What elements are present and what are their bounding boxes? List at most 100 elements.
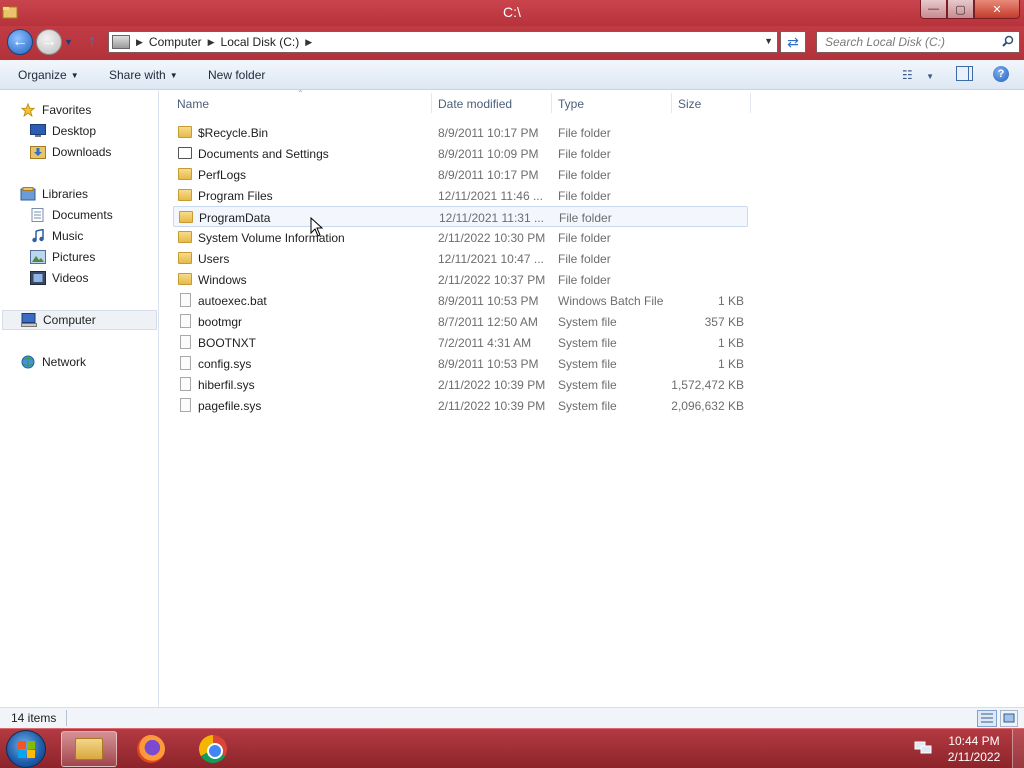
chevron-right-icon[interactable]: ▶ bbox=[208, 37, 215, 48]
search-input[interactable] bbox=[817, 32, 997, 52]
star-icon bbox=[20, 103, 36, 117]
breadcrumb-local-disk[interactable]: Local Disk (C:) bbox=[221, 35, 300, 49]
file-row[interactable]: $Recycle.Bin 8/9/2011 10:17 PM File fold… bbox=[173, 122, 748, 143]
file-name: config.sys bbox=[198, 357, 252, 371]
maximize-button[interactable]: ▢ bbox=[947, 0, 974, 19]
nav-item-videos[interactable]: Videos bbox=[30, 268, 88, 288]
file-row[interactable]: bootmgr 8/7/2011 12:50 AM System file 35… bbox=[173, 311, 748, 332]
file-type: System file bbox=[558, 336, 617, 350]
nav-libraries[interactable]: Libraries bbox=[20, 184, 88, 204]
column-separator[interactable] bbox=[431, 93, 432, 113]
nav-item-music[interactable]: Music bbox=[30, 226, 83, 246]
file-name: autoexec.bat bbox=[198, 294, 267, 308]
documents-icon bbox=[31, 208, 44, 222]
chevron-down-icon[interactable]: ▼ bbox=[764, 36, 773, 46]
refresh-icon: ⇄ bbox=[787, 33, 799, 50]
nav-network[interactable]: Network bbox=[20, 352, 86, 372]
mouse-cursor-icon bbox=[310, 217, 324, 237]
column-separator[interactable] bbox=[551, 93, 552, 113]
up-folder-button[interactable]: ↑ bbox=[88, 33, 96, 51]
nav-item-downloads[interactable]: Downloads bbox=[30, 142, 111, 162]
file-row[interactable]: hiberfil.sys 2/11/2022 10:39 PM System f… bbox=[173, 374, 748, 395]
caret-down-icon: ▼ bbox=[70, 71, 79, 81]
recent-pages-dropdown[interactable]: ▼ bbox=[64, 37, 73, 47]
file-row[interactable]: BOOTNXT 7/2/2011 4:31 AM System file 1 K… bbox=[173, 332, 748, 353]
file-date: 8/9/2011 10:17 PM bbox=[438, 126, 539, 140]
file-row[interactable]: Users 12/11/2021 10:47 ... File folder bbox=[173, 248, 748, 269]
column-separator[interactable] bbox=[671, 93, 672, 113]
downloads-folder-icon bbox=[30, 146, 46, 159]
search-icon[interactable] bbox=[1002, 35, 1014, 47]
column-separator[interactable] bbox=[750, 93, 751, 113]
file-type: File folder bbox=[558, 231, 611, 245]
taskbar-firefox[interactable] bbox=[123, 731, 179, 767]
details-view-toggle[interactable] bbox=[977, 710, 997, 727]
file-date: 2/11/2022 10:30 PM bbox=[438, 231, 546, 245]
system-clock[interactable]: 10:44 PM 2/11/2022 bbox=[944, 733, 1004, 765]
taskbar-windows-explorer[interactable] bbox=[61, 731, 117, 767]
sort-ascending-icon: ⌃ bbox=[297, 89, 304, 98]
file-name: bootmgr bbox=[198, 315, 243, 329]
breadcrumb-computer[interactable]: Computer bbox=[149, 35, 202, 49]
firefox-icon bbox=[137, 735, 165, 763]
file-size: 357 KB bbox=[704, 315, 744, 329]
title-bar: C:\ — ▢ ✕ bbox=[0, 0, 1024, 26]
batch-file-icon bbox=[180, 293, 191, 307]
column-header-name[interactable]: Name bbox=[177, 97, 209, 111]
minimize-button[interactable]: — bbox=[920, 0, 947, 19]
file-row[interactable]: Windows 2/11/2022 10:37 PM File folder bbox=[173, 269, 748, 290]
nav-favorites[interactable]: Favorites bbox=[20, 100, 91, 120]
address-bar[interactable]: ▶ Computer ▶ Local Disk (C:) ▶ ▼ bbox=[108, 31, 778, 53]
column-header-date-modified[interactable]: Date modified bbox=[438, 97, 512, 111]
file-type: File folder bbox=[558, 147, 611, 161]
nav-item-label: Downloads bbox=[52, 145, 112, 159]
file-type: File folder bbox=[558, 252, 611, 266]
file-row[interactable]: pagefile.sys 2/11/2022 10:39 PM System f… bbox=[173, 395, 748, 416]
nav-computer[interactable]: Computer bbox=[2, 310, 157, 330]
nav-item-label: Videos bbox=[52, 271, 89, 285]
file-type: File folder bbox=[559, 211, 612, 225]
nav-item-pictures[interactable]: Pictures bbox=[30, 247, 95, 267]
refresh-button[interactable]: ⇄ bbox=[780, 31, 806, 53]
column-header-type[interactable]: Type bbox=[558, 97, 584, 111]
file-name: Program Files bbox=[198, 189, 273, 203]
file-name: pagefile.sys bbox=[198, 399, 262, 413]
file-row[interactable]: autoexec.bat 8/9/2011 10:53 PM Windows B… bbox=[173, 290, 748, 311]
file-row[interactable]: Program Files 12/11/2021 11:46 ... File … bbox=[173, 185, 748, 206]
file-date: 8/9/2011 10:53 PM bbox=[438, 357, 539, 371]
file-row[interactable]: System Volume Information 2/11/2022 10:3… bbox=[173, 227, 748, 248]
file-row-hovered[interactable]: ProgramData 12/11/2021 11:31 ... File fo… bbox=[173, 206, 748, 227]
file-size: 1,572,472 KB bbox=[671, 378, 744, 392]
file-row[interactable]: config.sys 8/9/2011 10:53 PM System file… bbox=[173, 353, 748, 374]
nav-item-desktop[interactable]: Desktop bbox=[30, 121, 96, 141]
chevron-right-icon[interactable]: ▶ bbox=[305, 37, 312, 48]
chevron-right-icon[interactable]: ▶ bbox=[136, 37, 143, 48]
nav-item-label: Documents bbox=[52, 208, 113, 222]
file-row[interactable]: Documents and Settings 8/9/2011 10:09 PM… bbox=[173, 143, 748, 164]
share-with-button[interactable]: Share with ▼ bbox=[109, 68, 178, 82]
preview-pane-icon[interactable] bbox=[956, 66, 973, 81]
large-icons-view-toggle[interactable] bbox=[1000, 710, 1018, 727]
desktop-icon bbox=[30, 124, 46, 137]
help-icon[interactable]: ? bbox=[993, 66, 1009, 82]
nav-item-documents[interactable]: Documents bbox=[30, 205, 113, 225]
start-button[interactable] bbox=[6, 730, 46, 768]
taskbar-chrome[interactable] bbox=[185, 731, 241, 767]
show-desktop-button[interactable] bbox=[1012, 729, 1024, 768]
window-title: C:\ bbox=[503, 4, 521, 20]
network-tray-icon[interactable] bbox=[914, 741, 932, 755]
file-date: 2/11/2022 10:39 PM bbox=[438, 378, 546, 392]
back-button[interactable]: ← bbox=[7, 29, 33, 55]
search-box[interactable] bbox=[816, 31, 1020, 53]
close-button[interactable]: ✕ bbox=[974, 0, 1020, 19]
organize-button[interactable]: Organize ▼ bbox=[18, 68, 79, 82]
large-icons-view-icon bbox=[1003, 713, 1015, 723]
folder-icon bbox=[178, 273, 192, 285]
file-size: 1 KB bbox=[717, 357, 744, 371]
forward-button[interactable]: → bbox=[36, 29, 62, 55]
file-row[interactable]: PerfLogs 8/9/2011 10:17 PM File folder bbox=[173, 164, 748, 185]
new-folder-button[interactable]: New folder bbox=[208, 68, 265, 82]
file-date: 2/11/2022 10:39 PM bbox=[438, 399, 546, 413]
change-view-button[interactable]: ☷ ▼ bbox=[902, 68, 934, 82]
column-header-size[interactable]: Size bbox=[678, 97, 701, 111]
